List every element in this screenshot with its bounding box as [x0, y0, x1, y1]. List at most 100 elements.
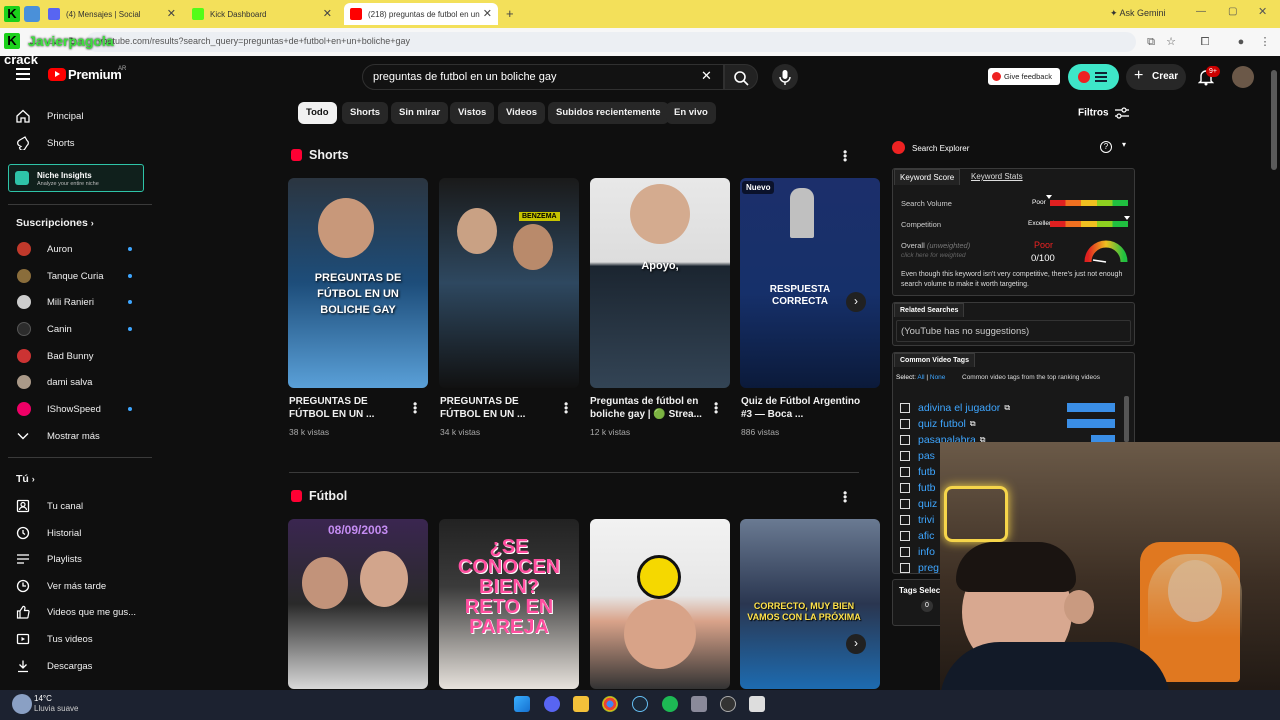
- tags-scrollbar[interactable]: [1124, 396, 1129, 442]
- checkbox[interactable]: [900, 483, 910, 493]
- short-thumbnail[interactable]: 08/09/2003: [288, 519, 428, 689]
- sidebar-sub-canin[interactable]: Canin: [0, 316, 152, 342]
- select-none-link[interactable]: None: [930, 374, 946, 381]
- show-more-button[interactable]: Mostrar más: [0, 423, 152, 449]
- short-thumbnail[interactable]: CORRECTO, MUY BIEN VAMOS CON LA PRÓXIMA: [740, 519, 880, 689]
- windows-start-icon[interactable]: [514, 696, 530, 712]
- checkbox[interactable]: [900, 515, 910, 525]
- voice-search-button[interactable]: [772, 64, 798, 90]
- chip-subidos-recientemente[interactable]: Subidos recientemente: [548, 102, 669, 124]
- short-thumbnail[interactable]: ¿SE CONOCEN BIEN? RETO EN PAREJA: [439, 519, 579, 689]
- tag-row[interactable]: pas: [900, 449, 935, 463]
- search-button[interactable]: [724, 64, 758, 90]
- sidebar-item-tu-canal[interactable]: Tu canal: [0, 493, 152, 519]
- shelf-next-button[interactable]: ›: [846, 292, 866, 312]
- short-thumbnail[interactable]: [590, 519, 730, 689]
- give-feedback-button[interactable]: Give feedback: [988, 68, 1060, 85]
- sidebar-item-principal[interactable]: Principal: [0, 103, 152, 129]
- sidebar-item-historial[interactable]: Historial: [0, 520, 152, 546]
- more-options-icon[interactable]: • • •: [843, 146, 847, 166]
- checkbox[interactable]: [900, 547, 910, 557]
- new-tab-button[interactable]: +: [506, 6, 514, 21]
- file-explorer-icon[interactable]: [573, 696, 589, 712]
- chip-shorts[interactable]: Shorts: [342, 102, 389, 124]
- extensions-icon[interactable]: ⧠: [1198, 35, 1212, 49]
- more-options-icon[interactable]: • • •: [413, 398, 417, 418]
- short-title[interactable]: Quiz de Fútbol Argentino #3 — Boca ...: [741, 395, 861, 421]
- menu-dots-icon[interactable]: ⋮: [1258, 35, 1272, 49]
- tag-row[interactable]: afic: [900, 529, 934, 543]
- checkbox[interactable]: [900, 451, 910, 461]
- profile-icon[interactable]: ●: [1234, 35, 1248, 49]
- checkbox[interactable]: [900, 467, 910, 477]
- close-window-icon[interactable]: ✕: [1258, 5, 1267, 18]
- external-link-icon[interactable]: ⧉: [970, 419, 976, 429]
- checkbox[interactable]: [900, 403, 910, 413]
- short-title[interactable]: PREGUNTAS DE FÚTBOL EN UN ...: [440, 395, 560, 421]
- tab-keyword-stats[interactable]: Keyword Stats: [966, 169, 1028, 184]
- tag-row[interactable]: trivi: [900, 513, 934, 527]
- tag-row[interactable]: quiz futbol ⧉: [900, 417, 976, 431]
- checkbox[interactable]: [900, 419, 910, 429]
- more-options-icon[interactable]: • • •: [564, 398, 568, 418]
- obs-icon[interactable]: [720, 696, 736, 712]
- app-icon[interactable]: [691, 696, 707, 712]
- search-input[interactable]: preguntas de futbol en un boliche gay: [362, 64, 724, 90]
- chip-en-vivo[interactable]: En vivo: [666, 102, 716, 124]
- close-icon[interactable]: ✕: [323, 7, 332, 20]
- chevron-down-icon[interactable]: ▾: [1122, 140, 1126, 149]
- short-thumbnail[interactable]: PREGUNTAS DE FÚTBOL EN UN BOLICHE GAY: [288, 178, 428, 388]
- sidebar-sub-dami-salva[interactable]: dami salva: [0, 369, 152, 395]
- clear-search-button[interactable]: ✕: [701, 68, 712, 84]
- external-link-icon[interactable]: ⧉: [1004, 403, 1010, 413]
- short-title[interactable]: PREGUNTAS DE FÚTBOL EN UN ...: [289, 395, 409, 421]
- niche-insights-card[interactable]: Niche Insights Analyze your entire niche: [8, 164, 144, 192]
- checkbox[interactable]: [900, 435, 910, 445]
- more-options-icon[interactable]: • • •: [843, 487, 847, 507]
- tab-keyword-score[interactable]: Keyword Score: [894, 169, 961, 185]
- short-thumbnail[interactable]: Nuevo RESPUESTA CORRECTA: [740, 178, 880, 388]
- steam-icon[interactable]: [632, 696, 648, 712]
- chip-videos[interactable]: Videos: [498, 102, 545, 124]
- create-button[interactable]: + Crear: [1126, 64, 1186, 90]
- tag-row[interactable]: futb: [900, 465, 936, 479]
- sidebar-item-tus-videos[interactable]: Tus videos: [0, 626, 152, 652]
- tab-youtube[interactable]: (218) preguntas de futbol en un ✕: [344, 3, 498, 25]
- tag-row[interactable]: preg: [900, 561, 939, 575]
- maximize-icon[interactable]: ▢: [1228, 6, 1237, 17]
- premium-logo-text[interactable]: Premium: [68, 67, 122, 82]
- you-header[interactable]: Tú ›: [16, 473, 35, 485]
- close-icon[interactable]: ✕: [483, 7, 492, 20]
- scrollbar-thumb[interactable]: [1271, 70, 1277, 170]
- window-switch-icon[interactable]: [24, 6, 40, 22]
- sidebar-item-playlists[interactable]: Playlists: [0, 546, 152, 572]
- spotify-icon[interactable]: [662, 696, 678, 712]
- more-options-icon[interactable]: • • •: [714, 398, 718, 418]
- select-all-link[interactable]: All: [917, 374, 924, 381]
- tab-social[interactable]: (4) Mensajes | Social ✕: [42, 3, 182, 25]
- sidebar-sub-tanque-curia[interactable]: Tanque Curia: [0, 263, 152, 289]
- url-input[interactable]: youtube.com/results?search_query=pregunt…: [86, 32, 1136, 52]
- discord-icon[interactable]: [544, 696, 560, 712]
- app-icon[interactable]: [749, 696, 765, 712]
- checkbox[interactable]: [900, 499, 910, 509]
- bookmark-star-icon[interactable]: ☆: [1164, 35, 1178, 49]
- tag-row[interactable]: info: [900, 545, 935, 559]
- tab-kick-dashboard[interactable]: Kick Dashboard ✕: [186, 3, 338, 25]
- sidebar-item-ver-mas-tarde[interactable]: Ver más tarde: [0, 573, 152, 599]
- sidebar-item-shorts[interactable]: Shorts: [0, 130, 152, 156]
- sidebar-sub-ishowspeed[interactable]: IShowSpeed: [0, 396, 152, 422]
- translate-icon[interactable]: ⧉: [1144, 35, 1158, 49]
- weather-icon[interactable]: [12, 694, 32, 714]
- sidebar-sub-mili-ranieri[interactable]: Mili Ranieri: [0, 289, 152, 315]
- help-icon[interactable]: ?: [1100, 141, 1112, 153]
- short-thumbnail[interactable]: BENZEMA: [439, 178, 579, 388]
- filters-button[interactable]: Filtros: [1078, 107, 1130, 119]
- shelf-next-button[interactable]: ›: [846, 634, 866, 654]
- weighted-link[interactable]: click here for weighted: [901, 252, 966, 259]
- close-icon[interactable]: ✕: [167, 7, 176, 20]
- youtube-logo-icon[interactable]: [48, 68, 66, 81]
- sidebar-sub-auron[interactable]: Auron: [0, 236, 152, 262]
- checkbox[interactable]: [900, 531, 910, 541]
- tag-row[interactable]: quiz: [900, 497, 937, 511]
